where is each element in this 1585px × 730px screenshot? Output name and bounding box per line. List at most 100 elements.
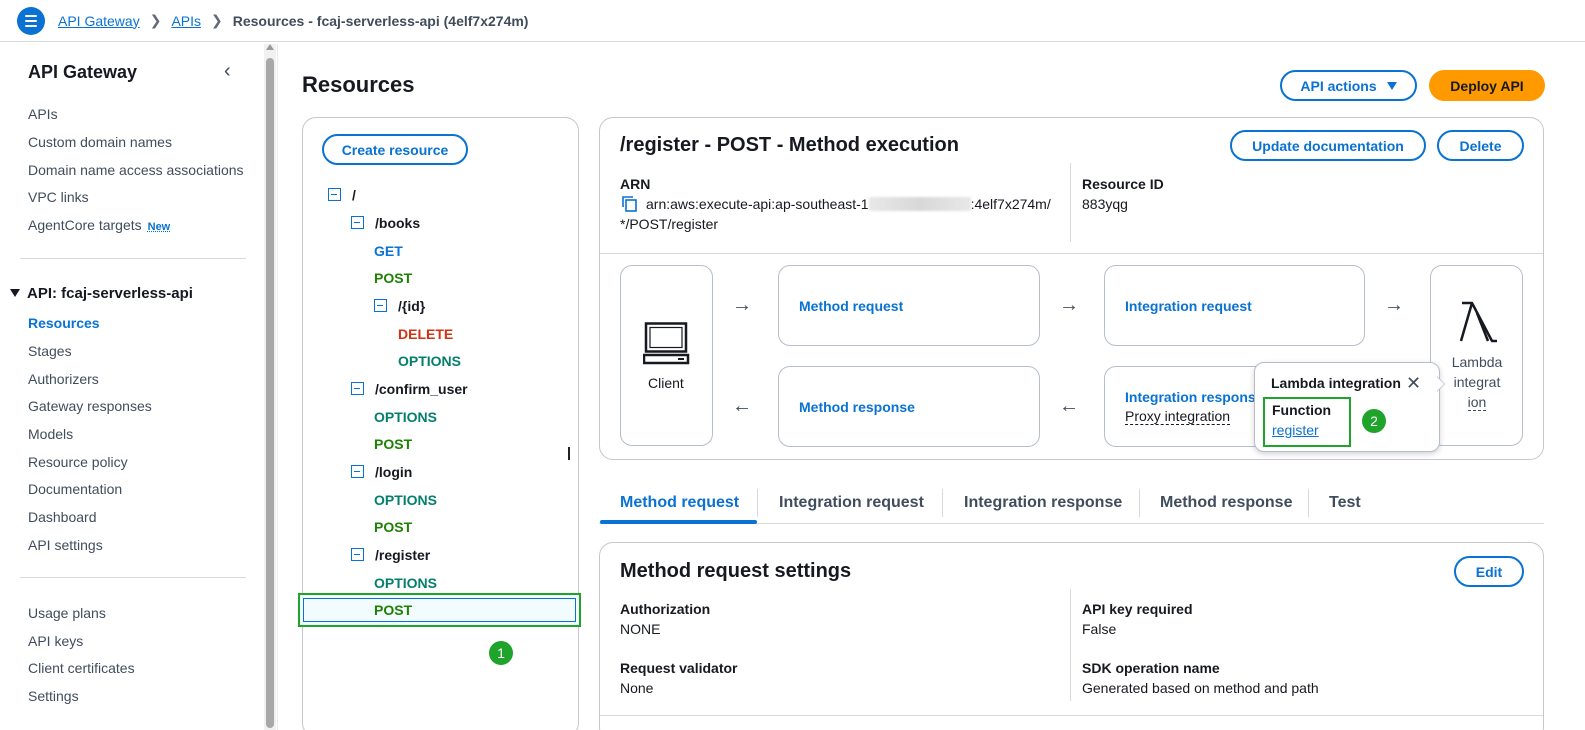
lambda-integration-label[interactable]: Lambda integrat ion — [1444, 352, 1510, 412]
step-badge-1: 1 — [489, 641, 513, 665]
sidebar-item-authorizers[interactable]: Authorizers — [28, 371, 99, 387]
tree-node-label: / — [352, 187, 356, 203]
sidebar-item-agentcore-targets[interactable]: AgentCore targets New — [28, 217, 170, 233]
tab-method-response[interactable]: Method response — [1160, 494, 1292, 512]
arrow-left-icon: ← — [1059, 395, 1079, 417]
sidebar-item-vpc-links[interactable]: VPC links — [28, 189, 89, 205]
tree-node-login[interactable]: /login — [351, 464, 412, 480]
tree-method-register-options[interactable]: OPTIONS — [374, 575, 437, 591]
sidebar-item-label: AgentCore targets — [28, 217, 142, 233]
popover-arrow — [1436, 376, 1444, 392]
sidebar-item-documentation[interactable]: Documentation — [28, 481, 122, 497]
sidebar-item-gateway-responses[interactable]: Gateway responses — [28, 398, 152, 414]
tree-method-confirm-user-post[interactable]: POST — [374, 436, 412, 452]
breadcrumb-api-gateway[interactable]: API Gateway — [58, 13, 140, 29]
request-validator-label: Request validator — [620, 660, 738, 676]
popover-title: Lambda integration — [1271, 375, 1401, 391]
scrollbar-thumb[interactable] — [266, 58, 274, 728]
settings-title: Method request settings — [620, 560, 852, 582]
sidebar-scrollbar[interactable] — [264, 44, 276, 730]
sidebar-item-api-settings[interactable]: API settings — [28, 537, 103, 553]
tree-node-register[interactable]: /register — [351, 547, 430, 563]
step-badge-2: 2 — [1362, 409, 1386, 433]
delete-button[interactable]: Delete — [1437, 130, 1524, 161]
sidebar-item-usage-plans[interactable]: Usage plans — [28, 605, 106, 621]
tree-node-books[interactable]: /books — [351, 215, 420, 231]
api-key-required-label: API key required — [1082, 601, 1193, 617]
collapse-icon[interactable] — [328, 188, 341, 201]
tree-node-root[interactable]: / — [328, 187, 356, 203]
arn-suffix: :4elf7x274m/ — [970, 196, 1051, 212]
tab-divider — [942, 489, 943, 517]
tab-method-request[interactable]: Method request — [620, 494, 739, 512]
close-icon[interactable]: ✕ — [1406, 374, 1421, 392]
main-divider — [277, 44, 278, 730]
scroll-up-arrow-icon[interactable] — [266, 44, 274, 50]
api-actions-label: API actions — [1300, 77, 1377, 94]
integration-response-box[interactable] — [1104, 366, 1274, 447]
tree-method-books-get[interactable]: GET — [374, 243, 403, 259]
edit-button[interactable]: Edit — [1454, 556, 1524, 587]
arrow-right-icon: → — [1059, 294, 1079, 316]
tree-node-label: /confirm_user — [375, 381, 468, 397]
chevron-right-icon: ❯ — [211, 12, 223, 28]
integration-request-link[interactable]: Integration request — [1125, 298, 1252, 314]
breadcrumb-apis[interactable]: APIs — [171, 13, 201, 29]
sidebar-item-apis[interactable]: APIs — [28, 106, 58, 122]
arn-value: arn:aws:execute-api:ap-southeast-1:4elf7… — [646, 196, 1051, 212]
sidebar-item-resource-policy[interactable]: Resource policy — [28, 454, 128, 470]
tab-integration-response[interactable]: Integration response — [964, 494, 1122, 512]
sidebar-api-section[interactable]: API: fcaj-serverless-api — [10, 285, 193, 302]
proxy-integration-label[interactable]: Proxy integration — [1125, 408, 1231, 425]
tree-method-confirm-user-options[interactable]: OPTIONS — [374, 409, 437, 425]
collapse-icon[interactable] — [374, 299, 387, 312]
collapse-icon[interactable] — [351, 465, 364, 478]
tree-method-id-options[interactable]: OPTIONS — [398, 353, 461, 369]
sidebar-item-api-keys[interactable]: API keys — [28, 633, 83, 649]
method-response-link[interactable]: Method response — [799, 399, 915, 415]
divider — [1070, 589, 1071, 701]
update-documentation-button[interactable]: Update documentation — [1230, 130, 1426, 161]
function-link[interactable]: register — [1272, 422, 1319, 438]
tab-test[interactable]: Test — [1329, 494, 1361, 512]
tree-method-login-options[interactable]: OPTIONS — [374, 492, 437, 508]
arrow-left-icon: ← — [732, 395, 752, 417]
tree-node-confirm-user[interactable]: /confirm_user — [351, 381, 468, 397]
sidebar-item-client-certificates[interactable]: Client certificates — [28, 660, 135, 676]
sidebar-item-custom-domain-names[interactable]: Custom domain names — [28, 134, 172, 150]
lambda-label-line: Lambda — [1451, 354, 1503, 370]
sidebar-item-resources[interactable]: Resources — [28, 315, 100, 331]
tree-node-id[interactable]: /{id} — [374, 298, 425, 314]
sidebar-item-dashboard[interactable]: Dashboard — [28, 509, 97, 525]
tab-integration-request[interactable]: Integration request — [779, 494, 924, 512]
lambda-label-line: ion — [1467, 394, 1487, 411]
caret-down-icon — [1386, 81, 1397, 90]
collapse-icon[interactable] — [351, 382, 364, 395]
sdk-operation-name-value: Generated based on method and path — [1082, 680, 1319, 696]
tree-method-id-delete[interactable]: DELETE — [398, 326, 453, 342]
menu-icon[interactable] — [17, 7, 45, 35]
integration-response-link[interactable]: Integration respons — [1125, 389, 1256, 405]
api-actions-button[interactable]: API actions — [1280, 70, 1417, 101]
caret-down-icon — [10, 289, 20, 297]
collapse-icon[interactable] — [351, 216, 364, 229]
tree-method-login-post[interactable]: POST — [374, 519, 412, 535]
tree-method-books-post[interactable]: POST — [374, 270, 412, 286]
deploy-api-button[interactable]: Deploy API — [1429, 70, 1545, 101]
sidebar-item-stages[interactable]: Stages — [28, 343, 72, 359]
breadcrumb-current: Resources - fcaj-serverless-api (4elf7x2… — [232, 12, 529, 29]
client-label: Client — [648, 375, 684, 391]
collapse-icon[interactable] — [351, 548, 364, 561]
new-badge[interactable]: New — [148, 221, 171, 233]
sidebar-item-models[interactable]: Models — [28, 426, 73, 442]
copy-icon[interactable] — [621, 195, 639, 213]
redacted-region — [868, 197, 971, 211]
create-resource-button[interactable]: Create resource — [322, 134, 468, 165]
sidebar-item-domain-name-access-associations[interactable]: Domain name access associations — [28, 162, 244, 178]
tree-method-register-post[interactable]: POST — [374, 602, 412, 618]
chevron-left-icon[interactable]: ‹ — [224, 60, 242, 82]
method-request-link[interactable]: Method request — [799, 298, 903, 314]
sidebar-item-settings[interactable]: Settings — [28, 688, 79, 704]
selected-row-highlight[interactable] — [298, 593, 581, 627]
computer-icon — [643, 322, 690, 365]
